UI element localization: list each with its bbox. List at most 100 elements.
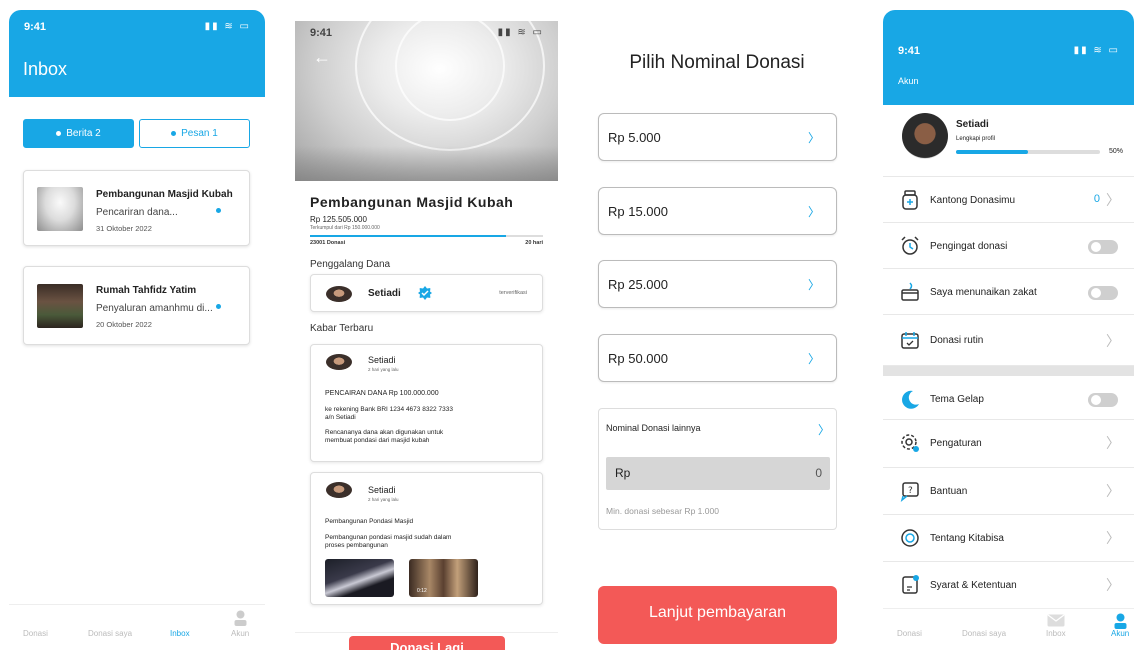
- update-card[interactable]: Setiadi 2 hari yang lalu PENCAIRAN DANA …: [310, 344, 543, 462]
- zakat-toggle[interactable]: [1088, 286, 1118, 300]
- nominal-screen: Pilih Nominal Donasi Rp 5.000 〉 Rp 15.00…: [585, 10, 849, 650]
- menu-label: Syarat & Ketentuan: [930, 580, 1017, 591]
- list-item[interactable]: Rumah Tahfidz Yatim Penyaluran amanhmu d…: [23, 266, 250, 345]
- fundraiser-card[interactable]: Setiadi terverifikasi: [310, 274, 543, 312]
- dark-theme-toggle[interactable]: [1088, 393, 1118, 407]
- message-date: 31 Oktober 2022: [96, 224, 152, 233]
- days-left: 20 hari: [525, 240, 543, 246]
- update-line: membuat pondasi dari masjid kubah: [325, 437, 430, 444]
- update-headline: PENCAIRAN DANA Rp 100.000.000: [325, 390, 439, 397]
- update-author: Setiadi: [368, 485, 396, 495]
- message-snippet: Pencariran dana...: [96, 207, 178, 218]
- children-thumbnail: [37, 284, 83, 328]
- menu-label: Saya menunaikan zakat: [930, 287, 1037, 298]
- tab-berita-label: Berita 2: [66, 128, 101, 139]
- update-headline: Pembangunan Pondasi Masjid: [325, 518, 414, 525]
- chevron-right-icon: 〉: [1106, 435, 1120, 451]
- donation-count: 23001 Donasi: [310, 240, 346, 246]
- nav-inbox[interactable]: Inbox: [1046, 629, 1066, 638]
- menu-tentang[interactable]: Tentang Kitabisa 〉: [883, 515, 1134, 562]
- page-title: Pilih Nominal Donasi: [629, 52, 805, 73]
- nav-akun[interactable]: Akun: [1111, 629, 1129, 638]
- fundraiser-name: Setiadi: [368, 288, 401, 299]
- nominal-option-25000[interactable]: Rp 25.000 〉: [598, 260, 837, 308]
- update-line: proses pembangunan: [325, 542, 388, 549]
- chevron-right-icon[interactable]: 〉: [818, 421, 830, 438]
- section-divider: [883, 366, 1134, 376]
- inbox-header: 9:41 ▮▮ ≋ ▭ Inbox: [9, 10, 265, 97]
- list-item[interactable]: Pembangunan Masjid Kubah Pencariran dana…: [23, 170, 250, 246]
- status-time: 9:41: [310, 27, 333, 39]
- donate-again-button[interactable]: Donasi Lagi: [349, 636, 505, 650]
- menu-label: Bantuan: [930, 486, 968, 497]
- alarm-clock-icon: [901, 236, 919, 255]
- menu-pengingat-donasi[interactable]: Pengingat donasi: [883, 223, 1134, 269]
- chevron-right-icon: 〉: [807, 352, 820, 366]
- tab-berita[interactable]: Berita 2: [23, 119, 134, 148]
- minimum-hint: Min. donasi sebesar Rp 1.000: [606, 506, 719, 516]
- nav-donasi[interactable]: Donasi: [23, 629, 48, 638]
- donation-pocket-count: 0: [1093, 193, 1100, 205]
- menu-zakat[interactable]: Saya menunaikan zakat: [883, 269, 1134, 315]
- nav-donasi-saya[interactable]: Donasi saya: [88, 629, 132, 638]
- user-icon[interactable]: [1114, 613, 1127, 629]
- status-icons: ▮▮ ≋ ▭: [1073, 45, 1120, 56]
- mail-icon[interactable]: [1047, 614, 1065, 627]
- menu-syarat[interactable]: Syarat & Ketentuan 〉: [883, 562, 1134, 608]
- dot-icon: [171, 131, 177, 136]
- nav-donasi[interactable]: Donasi: [897, 629, 922, 638]
- profile-progress-label: 50%: [1108, 148, 1123, 155]
- nav-donasi-saya[interactable]: Donasi saya: [962, 629, 1006, 638]
- nav-inbox[interactable]: Inbox: [170, 629, 190, 638]
- menu-label: Tentang Kitabisa: [930, 533, 1004, 544]
- chevron-right-icon: 〉: [1106, 577, 1120, 593]
- menu-label: Donasi rutin: [930, 335, 984, 346]
- chevron-right-icon: 〉: [1106, 530, 1120, 546]
- profile-section[interactable]: Setiadi Lengkapi profil 50%: [883, 105, 1134, 177]
- nominal-value: Rp 5.000: [608, 130, 661, 145]
- nominal-option-15000[interactable]: Rp 15.000 〉: [598, 187, 837, 235]
- message-title: Pembangunan Masjid Kubah: [96, 189, 233, 200]
- chevron-right-icon: 〉: [807, 205, 820, 219]
- fundraiser-heading: Penggalang Dana: [310, 259, 391, 270]
- tab-pesan[interactable]: Pesan 1: [139, 119, 250, 148]
- update-line: Pembangunan pondasi masjid sudah dalam: [325, 534, 452, 541]
- update-author: Setiadi: [368, 355, 396, 365]
- info-badge-icon: [901, 529, 919, 547]
- campaign-progress-fill: [310, 235, 506, 237]
- menu-label: Pengingat donasi: [930, 241, 1008, 252]
- menu-pengaturan[interactable]: Pengaturan 〉: [883, 420, 1134, 468]
- custom-nominal-input[interactable]: Rp 0: [606, 457, 830, 490]
- nominal-option-5000[interactable]: Rp 5.000 〉: [598, 113, 837, 161]
- verified-label: terverifikasi: [499, 290, 527, 296]
- menu-kantong-donasi[interactable]: Kantong Donasimu 0 〉: [883, 177, 1134, 223]
- complete-profile-label: Lengkapi profil: [956, 136, 996, 142]
- menu-label: Tema Gelap: [930, 394, 984, 405]
- menu-tema-gelap[interactable]: Tema Gelap: [883, 376, 1134, 420]
- update-image[interactable]: [325, 559, 394, 597]
- chevron-right-icon: 〉: [1106, 333, 1120, 349]
- chevron-right-icon: 〉: [807, 278, 820, 292]
- continue-payment-button[interactable]: Lanjut pembayaran: [598, 586, 837, 644]
- campaign-title: Pembangunan Masjid Kubah: [310, 194, 514, 210]
- inbox-screen: 9:41 ▮▮ ≋ ▭ Inbox Berita 2 Pesan 1 Pemba…: [9, 10, 265, 650]
- menu-donasi-rutin[interactable]: Donasi rutin 〉: [883, 315, 1134, 366]
- reminder-toggle[interactable]: [1088, 240, 1118, 254]
- status-time: 9:41: [24, 21, 47, 33]
- update-card[interactable]: Setiadi 2 hari yang lalu Pembangunan Pon…: [310, 472, 543, 605]
- calendar-icon: [901, 332, 919, 349]
- update-video[interactable]: 0:12: [409, 559, 478, 597]
- update-line: Rencananya dana akan digunakan untuk: [325, 429, 444, 436]
- profile-name: Setiadi: [956, 119, 989, 130]
- menu-bantuan[interactable]: ? Bantuan 〉: [883, 468, 1134, 515]
- status-icons: ▮▮ ≋ ▭: [204, 21, 251, 32]
- account-header: 9:41 ▮▮ ≋ ▭ Akun: [883, 10, 1134, 105]
- user-icon[interactable]: [234, 610, 247, 626]
- back-arrow-icon[interactable]: ←: [313, 47, 331, 68]
- nominal-value: Rp 50.000: [608, 351, 668, 366]
- nav-akun[interactable]: Akun: [231, 629, 249, 638]
- currency-label: Rp: [615, 466, 631, 480]
- nominal-option-50000[interactable]: Rp 50.000 〉: [598, 334, 837, 382]
- arch-decoration: [395, 11, 505, 121]
- divider: [295, 632, 558, 633]
